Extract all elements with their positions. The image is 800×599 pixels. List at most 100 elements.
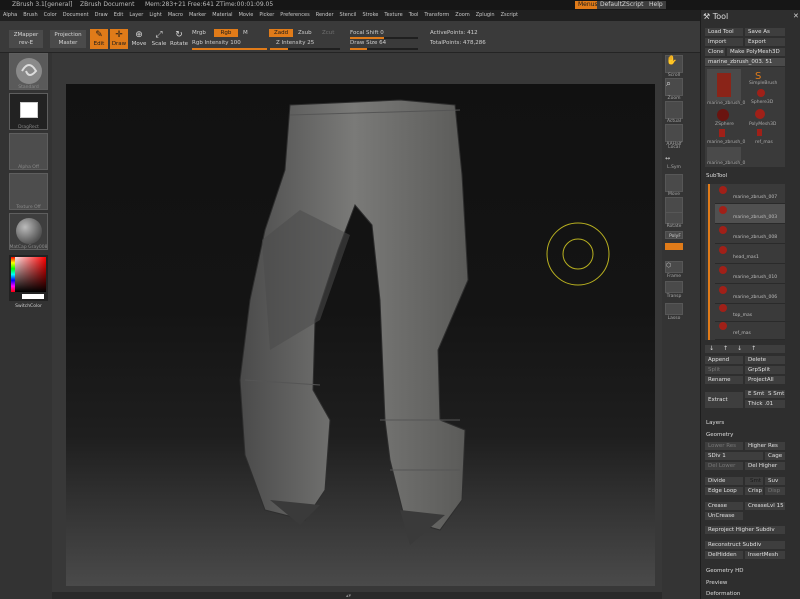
menu-macro[interactable]: Macro [168,12,183,18]
menu-marker[interactable]: Marker [189,12,206,18]
menu-stroke[interactable]: Stroke [362,12,378,18]
ssmt-button[interactable]: S Smt [765,390,785,398]
geometry-section-title[interactable]: Geometry [706,432,733,438]
geometry-hd-section-title[interactable]: Geometry HD [706,568,744,574]
m-button[interactable]: M [243,30,248,36]
projectall-button[interactable]: ProjectAll [745,376,785,384]
save-as-button[interactable]: Save As [745,28,785,36]
crease-button[interactable]: Crease [705,502,743,510]
draw-size-slider[interactable]: Draw Size 64 [350,40,386,46]
sdiv-slider[interactable]: SDiv 1 [705,452,763,460]
subtool-item[interactable]: top_mas [715,302,785,322]
lower-res-button[interactable]: Lower Res [705,442,743,450]
menu-document[interactable]: Document [63,12,89,18]
rotate-view-button[interactable] [665,212,683,224]
delete-button[interactable]: Delete [745,356,785,364]
disp-toggle[interactable]: Disp [765,487,785,495]
edge-loop-button[interactable]: Edge Loop [705,487,743,495]
menu-texture[interactable]: Texture [384,12,402,18]
scroll-button[interactable]: ✋ [665,55,683,73]
polymesh3d-icon[interactable] [755,109,765,119]
lsym-button[interactable]: ↔ [665,155,683,165]
menu-picker[interactable]: Picker [259,12,274,18]
focal-shift-slider[interactable]: Focal Shift 0 [350,30,384,36]
ref-mas-icon[interactable] [757,129,762,136]
draw-mode-button[interactable]: ✛ Draw [110,29,128,49]
document-canvas[interactable] [66,84,655,586]
load-tool-button[interactable]: Load Tool [705,28,743,36]
actual-button[interactable] [665,101,683,119]
esmt-button[interactable]: E Smt [745,390,765,398]
projection-master-button[interactable]: Projection Master [50,30,86,48]
subtool-item[interactable]: marine_zbrush_007 [715,184,785,204]
extract-button[interactable]: Extract [705,392,743,408]
make-polymesh-button[interactable]: Make PolyMesh3D [727,48,785,56]
rotate-mode-button[interactable]: ↻ Rotate [170,29,188,49]
chevron-up-icon[interactable]: ▴▾ [346,593,351,599]
local-button[interactable] [665,135,683,145]
pants-model[interactable] [66,84,655,586]
move-view-button[interactable] [665,174,683,192]
menu-movie[interactable]: Movie [239,12,254,18]
subtool-item[interactable]: head_mas1 [715,244,785,264]
frame-button[interactable]: ⬡ [665,261,683,273]
z-intensity-slider[interactable]: Z Intensity 25 [276,40,314,46]
mrgb-button[interactable]: Mrgb [192,30,206,36]
focal-shift-track[interactable] [350,37,418,39]
subtool-arrows[interactable]: ↓↑↓↑ [705,345,785,353]
smt-toggle[interactable]: Smt [745,477,763,485]
grpsplit-button[interactable]: GrpSplit [745,366,785,374]
menu-edit[interactable]: Edit [114,12,124,18]
menu-zplugin[interactable]: Zplugin [476,12,495,18]
subtool-item[interactable]: ref_mas [715,320,785,340]
tool-thumb-marine-3[interactable] [707,147,741,161]
menu-zoom[interactable]: Zoom [455,12,469,18]
subtool-item-selected[interactable]: marine_zbrush_003 [715,204,785,224]
clone-button[interactable]: Clone [705,48,725,56]
delhidden-button[interactable]: DelHidden [705,551,743,559]
append-button[interactable]: Append [705,356,743,364]
divide-button[interactable]: Divide [705,477,743,485]
zsphere-icon[interactable] [717,109,729,121]
sphere3d-icon[interactable] [757,89,765,97]
menu-light[interactable]: Light [149,12,161,18]
cage-button[interactable]: Cage [765,452,785,460]
del-lower-button[interactable]: Del Lower [705,462,743,470]
current-tool-slider[interactable]: marine_zbrush_003. 51 [705,58,785,66]
edit-mode-button[interactable]: ✎ Edit [90,29,108,49]
menu-color[interactable]: Color [44,12,57,18]
menu-brush[interactable]: Brush [23,12,37,18]
thick-slider[interactable]: Thick .01 [745,400,785,408]
rgb-intensity-track[interactable] [192,48,267,50]
reproject-button[interactable]: Reproject Higher Subdiv [705,526,785,534]
subtool-section-title[interactable]: SubTool [706,173,727,179]
color-picker[interactable] [9,255,48,301]
crisp-toggle[interactable]: Crisp [745,487,763,495]
del-higher-button[interactable]: Del Higher [745,462,785,470]
scale-mode-button[interactable]: ⤢ Scale [150,29,168,49]
menu-stencil[interactable]: Stencil [340,12,357,18]
export-button[interactable]: Export [745,38,785,46]
transp-button[interactable] [665,281,683,293]
marine-part-icon[interactable] [719,129,725,137]
import-button[interactable]: Import [705,38,743,46]
menu-draw[interactable]: Draw [95,12,108,18]
uncrease-button[interactable]: UnCrease [705,512,743,520]
subtool-scrollbar[interactable] [708,184,710,340]
zoom-button[interactable]: ⌕ [665,78,683,96]
xyz-button[interactable] [665,243,683,250]
zcut-button[interactable]: Zcut [322,30,334,36]
menu-zscript[interactable]: Zscript [501,12,518,18]
menu-material[interactable]: Material [212,12,232,18]
menu-preferences[interactable]: Preferences [280,12,309,18]
layers-section-title[interactable]: Layers [706,420,724,426]
menu-layer[interactable]: Layer [129,12,143,18]
default-zscript-button[interactable]: DefaultZScript [597,1,647,9]
zsub-button[interactable]: Zsub [298,30,312,36]
bottom-scroll-strip[interactable]: ▴▾ [52,592,662,599]
menu-transform[interactable]: Transform [424,12,449,18]
deformation-section-title[interactable]: Deformation [706,591,740,597]
zadd-button[interactable]: Zadd [269,29,293,37]
help-button[interactable]: Help [646,1,666,9]
hue-strip[interactable] [11,257,15,292]
